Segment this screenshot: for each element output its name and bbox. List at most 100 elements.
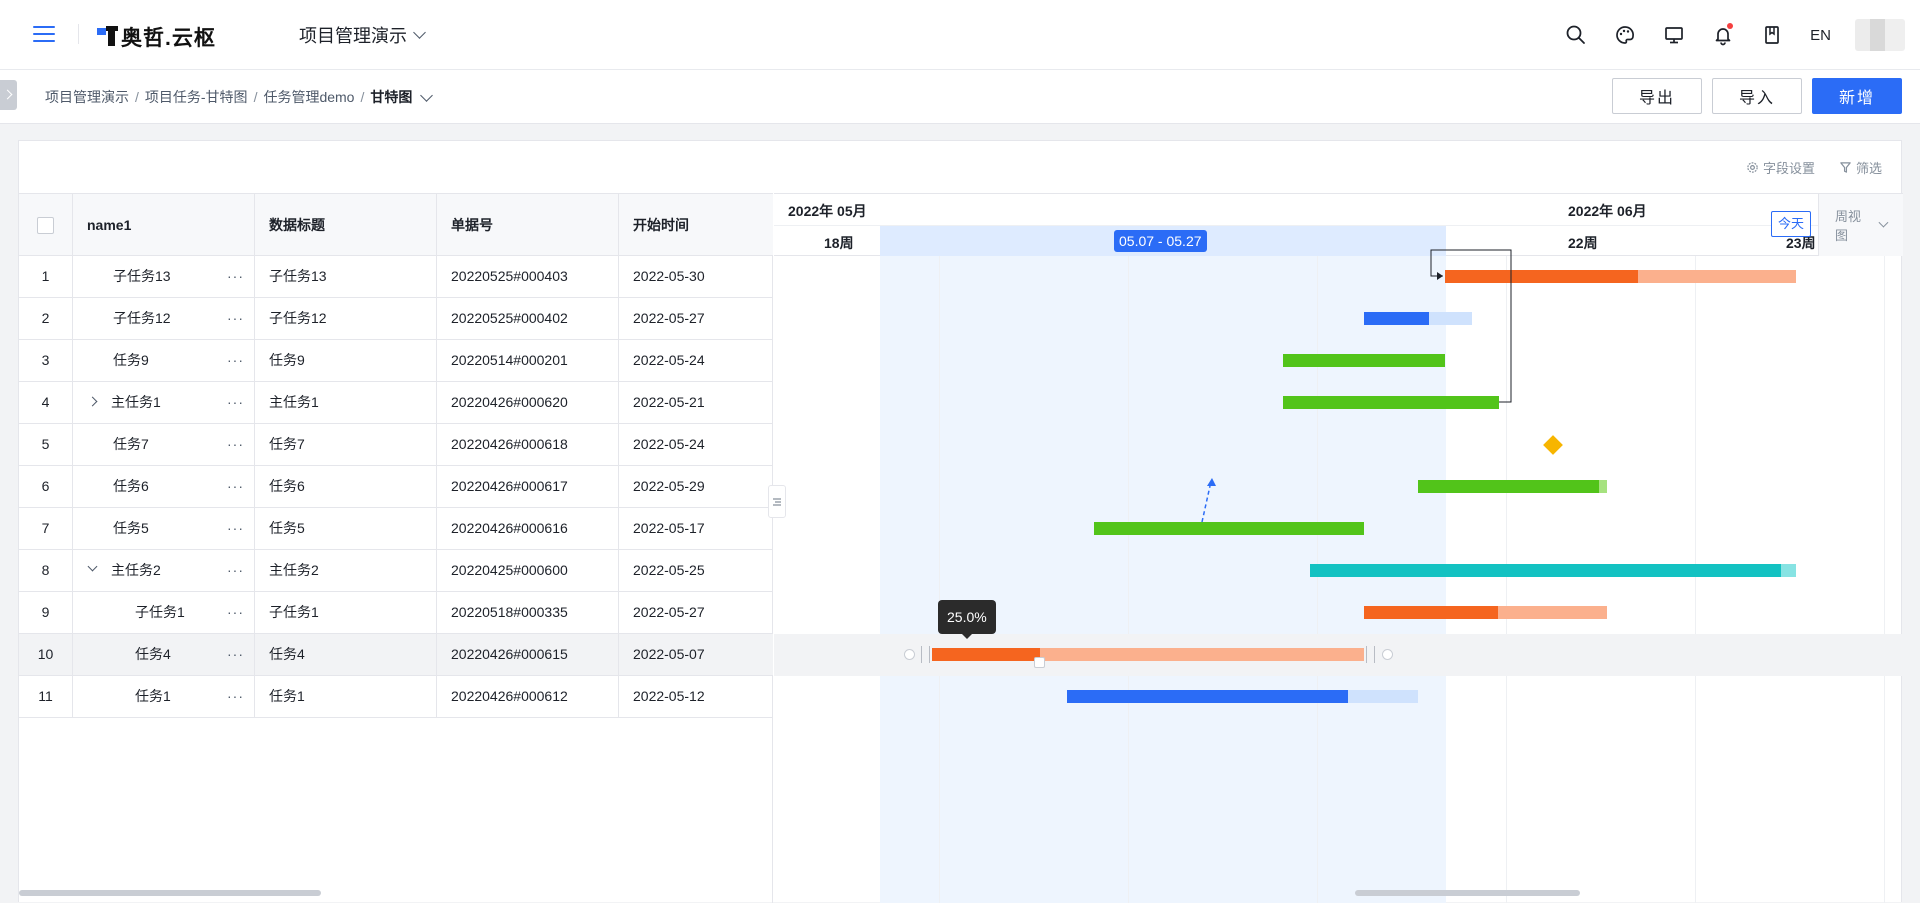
- search-button[interactable]: [1551, 15, 1600, 55]
- more-icon[interactable]: ···: [227, 340, 244, 381]
- table-row[interactable]: 10 任务4 ··· 任务4 20220426#000615 2022-05-07: [19, 634, 773, 676]
- name-cell[interactable]: 任务7 ···: [73, 424, 255, 465]
- chevron-down-icon: [413, 26, 426, 39]
- link-drag-line: [1201, 485, 1211, 523]
- more-icon[interactable]: ···: [227, 550, 244, 591]
- menu-icon[interactable]: [33, 23, 55, 43]
- task-name: 子任务1: [135, 604, 185, 620]
- export-button[interactable]: 导出: [1612, 78, 1702, 114]
- name-cell[interactable]: 子任务1 ···: [73, 592, 255, 633]
- table-row[interactable]: 5 任务7 ··· 任务7 20220426#000618 2022-05-24: [19, 424, 773, 466]
- breadcrumb-item[interactable]: 项目管理演示: [45, 87, 129, 107]
- field-settings-link[interactable]: 字段设置: [1746, 158, 1815, 177]
- title-cell: 任务4: [255, 634, 437, 675]
- notification-dot: [1727, 23, 1733, 29]
- title-cell: 任务5: [255, 508, 437, 549]
- breadcrumb: 项目管理演示 / 项目任务-甘特图 / 任务管理demo / 甘特图: [45, 87, 434, 107]
- notification-button[interactable]: [1698, 15, 1747, 55]
- row-index: 6: [19, 466, 73, 507]
- start-date-cell: 2022-05-27: [633, 604, 705, 620]
- table-row[interactable]: 4 主任务1 ··· 主任务1 20220426#000620 2022-05-21: [19, 382, 773, 424]
- add-button[interactable]: 新增: [1812, 78, 1902, 114]
- name-cell[interactable]: 任务1 ···: [73, 676, 255, 717]
- more-icon[interactable]: ···: [227, 634, 244, 675]
- start-date-cell: 2022-05-07: [633, 646, 705, 662]
- more-icon[interactable]: ···: [227, 256, 244, 297]
- view-mode-select[interactable]: 周视图: [1818, 194, 1903, 256]
- more-icon[interactable]: ···: [227, 466, 244, 507]
- docs-button[interactable]: [1747, 15, 1796, 55]
- more-icon[interactable]: ···: [227, 382, 244, 423]
- chevron-down-icon[interactable]: [87, 561, 98, 572]
- column-header[interactable]: name1: [73, 194, 255, 256]
- name-cell[interactable]: 子任务13 ···: [73, 256, 255, 297]
- select-all-checkbox[interactable]: [37, 217, 54, 234]
- name-cell[interactable]: 任务6 ···: [73, 466, 255, 507]
- more-icon[interactable]: ···: [227, 298, 244, 339]
- project-switcher[interactable]: 项目管理演示: [299, 22, 426, 48]
- table-row[interactable]: 9 子任务1 ··· 子任务1 20220518#000335 2022-05-27: [19, 592, 773, 634]
- theme-button[interactable]: [1600, 15, 1649, 55]
- start-date-cell: 2022-05-25: [633, 562, 705, 578]
- chevron-down-icon[interactable]: [420, 88, 434, 102]
- table-horizontal-scrollbar[interactable]: [19, 890, 321, 896]
- table-row[interactable]: 7 任务5 ··· 任务5 20220426#000616 2022-05-17: [19, 508, 773, 550]
- title-cell: 主任务2: [255, 550, 437, 591]
- logo-text: 奥哲.云枢: [121, 27, 216, 50]
- name-cell[interactable]: 任务9 ···: [73, 340, 255, 381]
- task-name: 子任务13: [113, 268, 171, 284]
- start-date-cell: 2022-05-12: [633, 688, 705, 704]
- task-table: name1 数据标题 单据号 开始时间 1 子任务13 ··· 子任务13 202205…: [19, 193, 773, 903]
- start-date-cell: 2022-05-27: [633, 310, 705, 326]
- table-row[interactable]: 8 主任务2 ··· 主任务2 20220425#000600 2022-05-25: [19, 550, 773, 592]
- table-row[interactable]: 3 任务9 ··· 任务9 20220514#000201 2022-05-24: [19, 340, 773, 382]
- name-cell[interactable]: 任务5 ···: [73, 508, 255, 549]
- filter-label: 筛选: [1856, 161, 1883, 176]
- breadcrumb-item[interactable]: 项目任务-甘特图: [145, 87, 248, 107]
- title-cell: 子任务13: [255, 256, 437, 297]
- filter-link[interactable]: 筛选: [1839, 158, 1882, 177]
- name-cell[interactable]: 主任务1 ···: [73, 382, 255, 423]
- gantt-card: 字段设置 筛选 name1 数据标题 单据号 开始时间 1 子任务13 ··· 子任务…: [18, 140, 1903, 903]
- pane-splitter-handle[interactable]: [768, 485, 786, 518]
- more-icon[interactable]: ···: [227, 508, 244, 549]
- more-icon[interactable]: ···: [227, 676, 244, 717]
- breadcrumb-current[interactable]: 甘特图: [370, 87, 412, 107]
- import-button[interactable]: 导入: [1712, 78, 1802, 114]
- column-header[interactable]: 单据号: [437, 194, 619, 256]
- more-icon[interactable]: ···: [227, 592, 244, 633]
- start-date-cell: 2022-05-17: [633, 520, 705, 536]
- arrow-up-icon: [1207, 478, 1216, 486]
- gantt-horizontal-scrollbar[interactable]: [1355, 890, 1580, 896]
- workbench-button[interactable]: [1649, 15, 1698, 55]
- title-cell: 子任务1: [255, 592, 437, 633]
- name-cell[interactable]: 任务4 ···: [73, 634, 255, 675]
- breadcrumb-item[interactable]: 任务管理demo: [263, 87, 354, 107]
- column-header[interactable]: 开始时间: [619, 194, 773, 256]
- table-row[interactable]: 2 子任务12 ··· 子任务12 20220525#000402 2022-05-27: [19, 298, 773, 340]
- task-name: 任务7: [113, 436, 149, 452]
- today-button[interactable]: 今天: [1771, 211, 1812, 237]
- drag-lines-icon: [773, 497, 781, 506]
- sidebar-toggle[interactable]: [0, 80, 17, 110]
- dependency-line[interactable]: [1430, 249, 1512, 403]
- chevron-right-icon[interactable]: [87, 396, 98, 407]
- table-row[interactable]: 6 任务6 ··· 任务6 20220426#000617 2022-05-29: [19, 466, 773, 508]
- task-name: 子任务12: [113, 310, 171, 326]
- title-cell: 任务7: [255, 424, 437, 465]
- start-date-cell: 2022-05-30: [633, 268, 705, 284]
- doc-no-cell: 20220525#000402: [437, 298, 619, 339]
- logo[interactable]: 奥哲.云枢: [97, 22, 216, 52]
- doc-no-cell: 20220525#000403: [437, 256, 619, 297]
- table-row[interactable]: 1 子任务13 ··· 子任务13 20220525#000403 2022-05-30: [19, 256, 773, 298]
- language-switch[interactable]: EN: [1796, 27, 1845, 44]
- column-header[interactable]: 数据标题: [255, 194, 437, 256]
- row-index: 7: [19, 508, 73, 549]
- table-row[interactable]: 11 任务1 ··· 任务1 20220426#000612 2022-05-12: [19, 676, 773, 718]
- task-name: 主任务2: [111, 562, 161, 578]
- task-name: 任务1: [135, 688, 171, 704]
- avatar[interactable]: [1855, 19, 1905, 51]
- more-icon[interactable]: ···: [227, 424, 244, 465]
- name-cell[interactable]: 主任务2 ···: [73, 550, 255, 591]
- name-cell[interactable]: 子任务12 ···: [73, 298, 255, 339]
